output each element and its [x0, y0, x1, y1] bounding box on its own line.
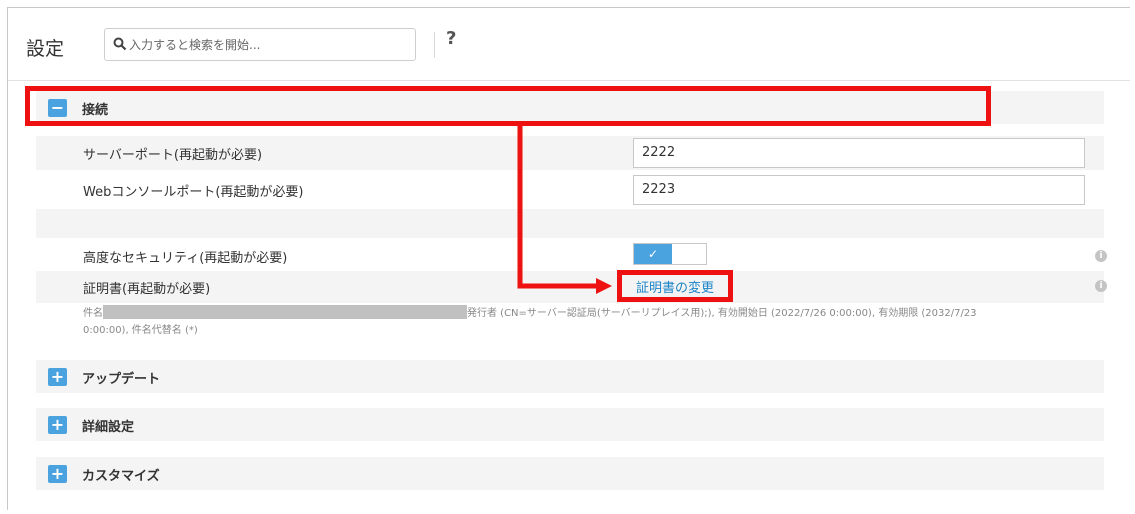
arrow-head	[596, 278, 612, 294]
arrow-annotation	[517, 126, 612, 294]
arrow-line	[517, 126, 598, 289]
